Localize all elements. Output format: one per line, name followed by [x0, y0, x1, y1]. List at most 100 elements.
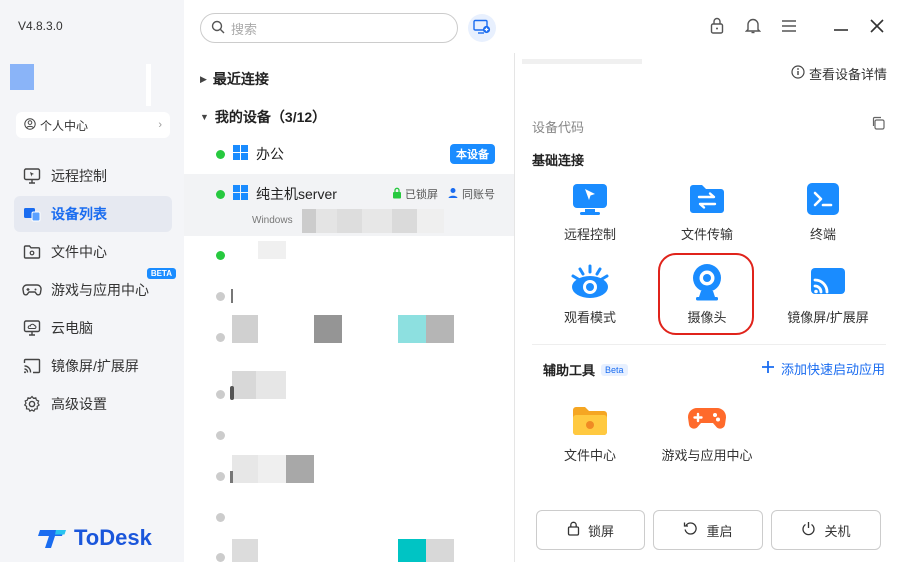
todesk-logo: ToDesk [38, 525, 152, 551]
minimize-button[interactable] [823, 12, 859, 42]
offline-status-dot [216, 292, 225, 301]
close-button[interactable] [859, 12, 895, 42]
folder-icon [22, 242, 42, 262]
gear-icon [22, 394, 42, 414]
sidebar-item-label: 游戏与应用中心 [51, 282, 149, 298]
monitor-icon [22, 166, 42, 186]
lock-screen-button[interactable]: 锁屏 [536, 510, 645, 550]
offline-status-dot [216, 472, 225, 481]
same-account-label: 同账号 [462, 189, 495, 201]
locked-label: 已锁屏 [405, 189, 438, 201]
tile-label: 远程控制 [563, 227, 616, 242]
file-center-tile[interactable]: 文件中心 [540, 401, 640, 464]
redacted-block [232, 315, 258, 343]
tile-label: 游戏与应用中心 [661, 448, 753, 463]
sidebar-item-label: 镜像屏/扩展屏 [51, 358, 139, 374]
menu-button[interactable] [771, 12, 807, 42]
device-name: 办公 [256, 146, 284, 162]
logo-text: ToDesk [74, 525, 152, 550]
add-device-button[interactable] [468, 14, 496, 42]
redacted-block [522, 59, 642, 64]
terminal-tile[interactable]: 终端 [773, 180, 873, 243]
lock-button[interactable] [699, 12, 735, 42]
tools-label: 辅助工具 [543, 363, 596, 378]
windows-icon [233, 185, 248, 203]
beta-badge: BETA [146, 268, 176, 279]
redacted-block [426, 315, 454, 343]
redacted-block [398, 315, 426, 343]
tools-heading: 辅助工具 Beta [543, 360, 628, 379]
redacted-block [258, 241, 286, 259]
sidebar-item-advanced-settings[interactable]: 高级设置 [14, 386, 172, 422]
view-device-details-link[interactable]: 查看设备详情 [791, 64, 887, 83]
bell-icon [744, 17, 762, 37]
caret-right-icon: ▶ [200, 73, 207, 84]
redacted-block [232, 539, 258, 562]
sidebar-item-file-center[interactable]: 文件中心 [14, 234, 172, 270]
device-code-label: 设备代码 [532, 120, 585, 135]
device-row[interactable]: 办公 本设备 [184, 141, 514, 167]
tile-label: 文件中心 [563, 448, 616, 463]
sidebar-item-label: 文件中心 [51, 244, 107, 260]
device-os-label: Windows [252, 215, 293, 226]
add-quick-launch-button[interactable]: 添加快速启动应用 [761, 359, 885, 378]
redacted-block [232, 455, 314, 483]
view-mode-tile[interactable]: 观看模式 [540, 263, 640, 326]
redacted-block [426, 539, 454, 562]
version-label: V4.8.3.0 [18, 19, 63, 33]
tile-label: 终端 [809, 227, 836, 242]
view-details-label: 查看设备详情 [808, 67, 887, 82]
power-icon [801, 521, 816, 539]
sidebar-item-remote-control[interactable]: 远程控制 [14, 158, 172, 194]
remote-control-tile[interactable]: 远程控制 [540, 180, 640, 243]
online-status-dot [216, 189, 225, 199]
close-icon [870, 18, 884, 36]
add-quick-label: 添加快速启动应用 [780, 362, 885, 377]
offline-status-dot [216, 390, 225, 399]
games-apps-tile[interactable]: 游戏与应用中心 [657, 401, 757, 464]
file-transfer-icon [689, 182, 725, 219]
folder-icon [572, 403, 608, 440]
sidebar-item-device-list[interactable]: 设备列表 [14, 196, 172, 232]
notification-button[interactable] [735, 12, 771, 42]
device-detail-panel: 查看设备详情 设备代码 基础连接 远程控制 文件传输 终端 观看模式 摄像头 镜… [516, 53, 905, 562]
caret-down-icon: ▼ [200, 112, 209, 122]
offline-status-dot [216, 513, 225, 522]
copy-button[interactable] [871, 116, 885, 133]
sidebar-nav: 远程控制 设备列表 文件中心 游戏与应用中心 BETA 云电脑 镜像屏/扩展屏 … [14, 158, 176, 424]
username-placeholder [146, 64, 151, 106]
online-status-dot [216, 149, 225, 159]
minimize-icon [833, 20, 849, 35]
profile-button[interactable]: 个人中心 › [16, 112, 170, 138]
devices-icon [22, 204, 42, 224]
search-icon [211, 20, 225, 37]
redacted-block [231, 289, 233, 303]
restart-button[interactable]: 重启 [653, 510, 763, 550]
shutdown-button[interactable]: 关机 [771, 510, 881, 550]
cast-icon [22, 356, 42, 376]
sidebar-item-cast[interactable]: 镜像屏/扩展屏 [14, 348, 172, 384]
copy-icon [871, 116, 885, 133]
cast-tile[interactable]: 镜像屏/扩展屏 [773, 263, 883, 326]
chevron-right-icon: › [158, 119, 162, 131]
recent-connections-group[interactable]: ▶ 最近连接 [200, 69, 269, 89]
sidebar: V4.8.3.0 个人中心 › 远程控制 设备列表 文件中心 游戏与应用中心 B… [0, 0, 184, 562]
device-row-selected[interactable]: 纯主机server 已锁屏 同账号 [184, 181, 514, 207]
redacted-block [302, 209, 444, 233]
avatar[interactable] [10, 64, 34, 90]
gamepad-icon [22, 280, 42, 300]
redacted-block [314, 315, 342, 343]
sidebar-item-cloud-pc[interactable]: 云电脑 [14, 310, 172, 346]
windows-icon [233, 145, 248, 163]
my-devices-group[interactable]: ▼ 我的设备（3/12） [200, 107, 326, 127]
redacted-block [398, 539, 426, 562]
remote-control-icon [572, 181, 608, 220]
user-icon [24, 117, 36, 133]
terminal-icon [806, 182, 840, 219]
sidebar-item-games-apps[interactable]: 游戏与应用中心 BETA [14, 268, 176, 308]
file-transfer-tile[interactable]: 文件传输 [657, 180, 757, 243]
basic-connection-heading: 基础连接 [532, 153, 585, 168]
search-input[interactable]: 搜索 [200, 13, 458, 43]
recent-label: 最近连接 [212, 71, 269, 87]
same-account-status: 同账号 [448, 186, 495, 202]
